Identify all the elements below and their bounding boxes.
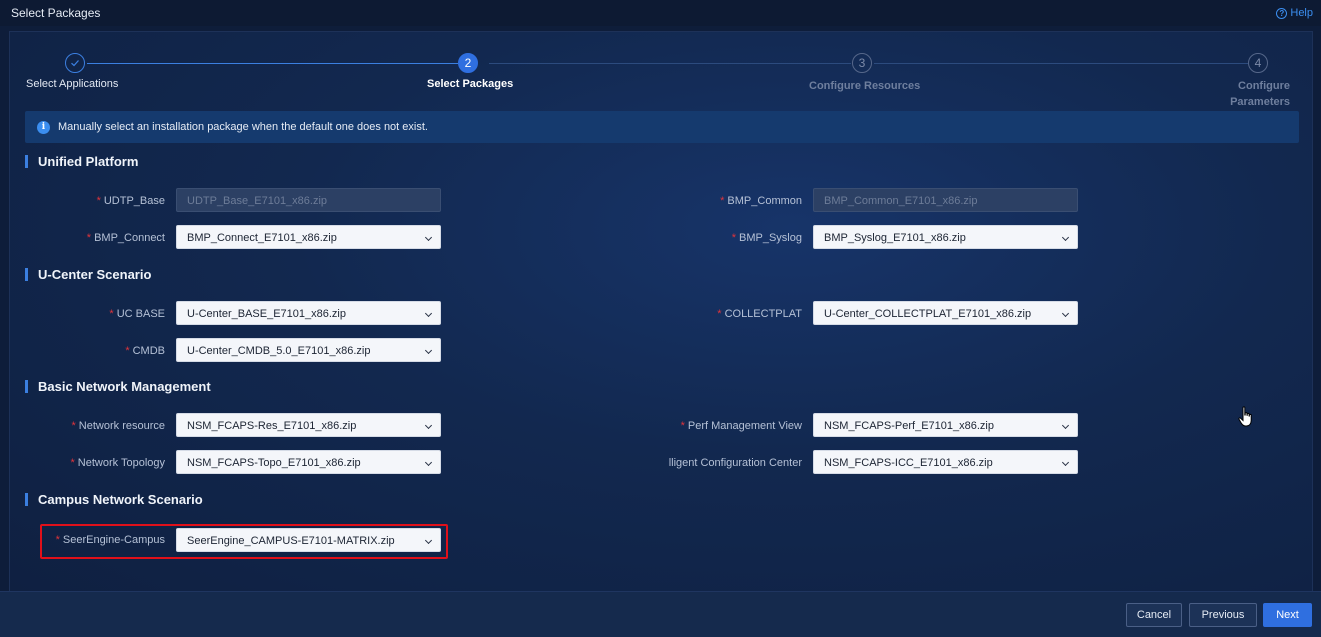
chevron-down-icon: [424, 421, 433, 430]
step-3-circle: 3: [852, 53, 872, 73]
help-link[interactable]: ? Help: [1276, 7, 1313, 19]
bmp-syslog-select[interactable]: BMP_Syslog_E7101_x86.zip: [813, 225, 1078, 249]
collectplat-value: U-Center_COLLECTPLAT_E7101_x86.zip: [824, 308, 1032, 320]
step-2-circle: 2: [458, 53, 478, 73]
step-1-label: Select Applications: [26, 78, 119, 90]
help-label: Help: [1290, 7, 1313, 19]
collectplat-label: * COLLECTPLAT: [717, 308, 802, 320]
info-icon: i: [37, 120, 50, 134]
icc-value: NSM_FCAPS-ICC_E7101_x86.zip: [824, 457, 993, 469]
section-title-u-center: U-Center Scenario: [25, 268, 151, 281]
udtp-base-label-text: UDTP_Base: [103, 195, 165, 207]
uc-base-label-text: UC BASE: [116, 308, 165, 320]
chevron-down-icon: [424, 536, 433, 545]
cancel-button[interactable]: Cancel: [1126, 603, 1182, 627]
chevron-down-icon: [1061, 458, 1070, 467]
chevron-down-icon: [424, 233, 433, 242]
chevron-down-icon: [424, 309, 433, 318]
icc-label: lligent Configuration Center: [610, 457, 802, 469]
bmp-connect-label: * BMP_Connect: [86, 232, 165, 244]
cmdb-label: * CMDB: [125, 345, 165, 357]
hand-cursor-icon: [1238, 406, 1252, 427]
seerengine-label-text: SeerEngine-Campus: [62, 534, 165, 546]
step-connector: [874, 63, 1248, 64]
info-banner: i Manually select an installation packag…: [25, 111, 1299, 143]
info-message: Manually select an installation package …: [58, 121, 428, 133]
network-resource-value: NSM_FCAPS-Res_E7101_x86.zip: [187, 420, 357, 432]
footer-bar: Cancel Previous Next: [0, 591, 1321, 637]
bmp-syslog-value: BMP_Syslog_E7101_x86.zip: [824, 232, 966, 244]
step-4-label-line2: Parameters: [1230, 96, 1290, 108]
perf-view-label-text: Perf Management View: [687, 420, 802, 432]
perf-view-value: NSM_FCAPS-Perf_E7101_x86.zip: [824, 420, 994, 432]
uc-base-select[interactable]: U-Center_BASE_E7101_x86.zip: [176, 301, 441, 325]
step-connector: [87, 63, 458, 64]
next-button[interactable]: Next: [1263, 603, 1312, 627]
perf-view-label: * Perf Management View: [680, 420, 802, 432]
network-topology-label-text: Network Topology: [77, 457, 165, 469]
step-4-label: Configure Parameters: [1210, 78, 1290, 110]
collectplat-label-text: COLLECTPLAT: [724, 308, 802, 320]
bmp-connect-value: BMP_Connect_E7101_x86.zip: [187, 232, 337, 244]
perf-view-select[interactable]: NSM_FCAPS-Perf_E7101_x86.zip: [813, 413, 1078, 437]
network-topology-select[interactable]: NSM_FCAPS-Topo_E7101_x86.zip: [176, 450, 441, 474]
bmp-connect-select[interactable]: BMP_Connect_E7101_x86.zip: [176, 225, 441, 249]
udtp-base-field: UDTP_Base_E7101_x86.zip: [176, 188, 441, 212]
network-topology-label: * Network Topology: [70, 457, 165, 469]
chevron-down-icon: [424, 346, 433, 355]
collectplat-select[interactable]: U-Center_COLLECTPLAT_E7101_x86.zip: [813, 301, 1078, 325]
icc-select[interactable]: NSM_FCAPS-ICC_E7101_x86.zip: [813, 450, 1078, 474]
network-topology-value: NSM_FCAPS-Topo_E7101_x86.zip: [187, 457, 361, 469]
seerengine-label: * SeerEngine-Campus: [55, 534, 165, 546]
cmdb-label-text: CMDB: [132, 345, 165, 357]
icc-label-text: lligent Configuration Center: [668, 457, 802, 469]
window-title: Select Packages: [11, 6, 101, 20]
network-resource-label-text: Network resource: [78, 420, 165, 432]
bmp-common-label-text: BMP_Common: [727, 195, 802, 207]
stepper: Select Applications 2 Select Packages 3 …: [10, 32, 1312, 110]
chevron-down-icon: [1061, 309, 1070, 318]
section-title-unified-platform: Unified Platform: [25, 155, 138, 168]
bmp-syslog-label: * BMP_Syslog: [731, 232, 802, 244]
section-title-campus: Campus Network Scenario: [25, 493, 203, 506]
cmdb-select[interactable]: U-Center_CMDB_5.0_E7101_x86.zip: [176, 338, 441, 362]
main-panel: Select Applications 2 Select Packages 3 …: [9, 31, 1313, 591]
step-connector: [489, 63, 851, 64]
chevron-down-icon: [1061, 421, 1070, 430]
step-3-label: Configure Resources: [809, 80, 921, 92]
step-2-label: Select Packages: [427, 78, 514, 90]
seerengine-select[interactable]: SeerEngine_CAMPUS-E7101-MATRIX.zip: [176, 528, 441, 552]
bmp-common-label: * BMP_Common: [720, 195, 802, 207]
network-resource-label: * Network resource: [71, 420, 165, 432]
bmp-connect-label-text: BMP_Connect: [94, 232, 165, 244]
chevron-down-icon: [1061, 233, 1070, 242]
udtp-base-label: * UDTP_Base: [96, 195, 165, 207]
seerengine-value: SeerEngine_CAMPUS-E7101-MATRIX.zip: [187, 535, 395, 547]
network-resource-select[interactable]: NSM_FCAPS-Res_E7101_x86.zip: [176, 413, 441, 437]
chevron-down-icon: [424, 458, 433, 467]
question-circle-icon: ?: [1276, 7, 1288, 19]
title-bar: Select Packages ? Help: [0, 0, 1321, 26]
bmp-common-field: BMP_Common_E7101_x86.zip: [813, 188, 1078, 212]
uc-base-label: * UC BASE: [109, 308, 165, 320]
step-1-circle: [65, 53, 85, 73]
check-icon: [71, 60, 79, 67]
previous-button[interactable]: Previous: [1189, 603, 1257, 627]
bmp-syslog-label-text: BMP_Syslog: [739, 232, 802, 244]
cmdb-value: U-Center_CMDB_5.0_E7101_x86.zip: [187, 345, 371, 357]
step-4-circle: 4: [1248, 53, 1268, 73]
step-4-label-line1: Configure: [1238, 80, 1290, 92]
uc-base-value: U-Center_BASE_E7101_x86.zip: [187, 308, 346, 320]
section-title-basic-network: Basic Network Management: [25, 380, 211, 393]
